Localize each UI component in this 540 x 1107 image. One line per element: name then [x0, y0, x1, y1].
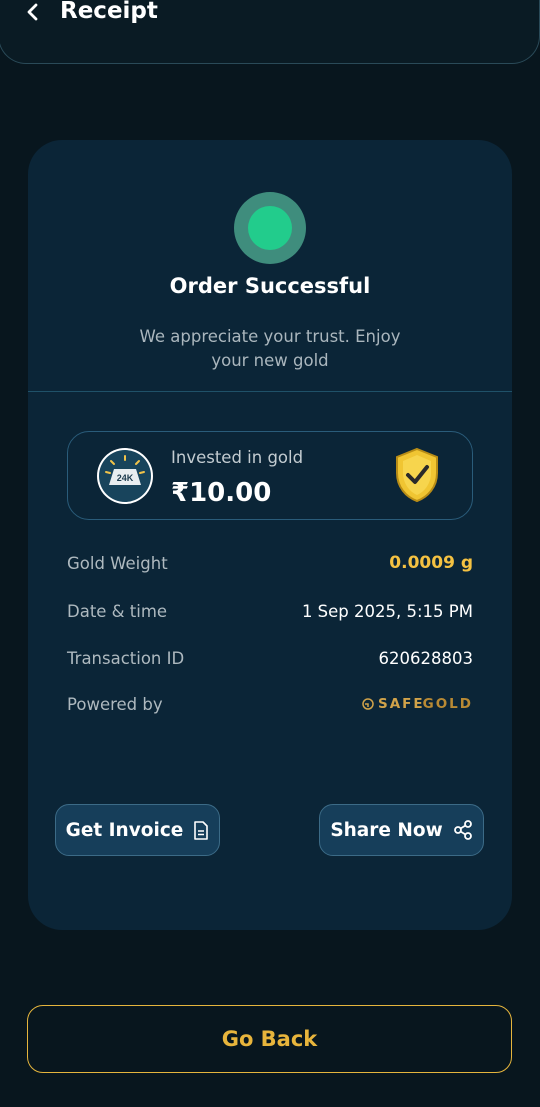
- investment-summary: 24K Invested in gold ₹10.00: [67, 431, 473, 520]
- gold-badge-text: 24K: [117, 473, 134, 483]
- gold-weight-value: 0.0009 g: [389, 553, 473, 573]
- safegold-logo: SAFE GOLD: [362, 696, 473, 712]
- back-button[interactable]: [19, 0, 47, 26]
- share-icon: [453, 820, 472, 840]
- detail-row-date-time: Date & time 1 Sep 2025, 5:15 PM: [67, 596, 473, 626]
- page-title: Receipt: [60, 0, 158, 24]
- detail-label: Powered by: [67, 694, 163, 714]
- date-time-value: 1 Sep 2025, 5:15 PM: [301, 601, 473, 621]
- gold-bar-24k-icon: 24K: [97, 448, 153, 504]
- success-status-icon: [234, 192, 306, 264]
- transaction-id-value: 620628803: [378, 648, 473, 668]
- document-icon: [194, 820, 209, 840]
- shield-check-icon: [396, 447, 438, 503]
- brand-part-safe: SAFE: [378, 696, 425, 712]
- investment-amount: ₹10.00: [171, 478, 272, 508]
- safegold-mark-icon: [362, 698, 374, 710]
- receipt-card: Order Successful We appreciate your trus…: [28, 140, 512, 930]
- investment-label: Invested in gold: [171, 448, 304, 467]
- order-status-title: Order Successful: [169, 274, 371, 298]
- go-back-button[interactable]: Go Back: [27, 1005, 512, 1073]
- app-header: Receipt: [0, 0, 540, 64]
- share-now-label: Share Now: [330, 819, 443, 841]
- detail-label: Transaction ID: [67, 648, 185, 668]
- chevron-left-icon: [27, 3, 38, 21]
- detail-row-gold-weight: Gold Weight 0.0009 g: [67, 548, 473, 578]
- detail-row-transaction-id: Transaction ID 620628803: [67, 643, 473, 673]
- detail-row-powered-by: Powered by SAFE GOLD: [67, 689, 473, 719]
- go-back-label: Go Back: [221, 1027, 318, 1051]
- detail-label: Gold Weight: [67, 553, 168, 573]
- get-invoice-label: Get Invoice: [65, 819, 184, 841]
- success-dot: [248, 206, 292, 250]
- order-status-message: We appreciate your trust. Enjoy your new…: [128, 325, 412, 373]
- order-status-message-line2: your new gold: [211, 351, 329, 370]
- detail-label: Date & time: [67, 601, 168, 621]
- order-status-message-line1: We appreciate your trust. Enjoy: [139, 327, 401, 346]
- divider: [28, 391, 512, 392]
- share-now-button[interactable]: Share Now: [319, 804, 484, 856]
- get-invoice-button[interactable]: Get Invoice: [55, 804, 220, 856]
- brand-part-gold: GOLD: [422, 696, 473, 712]
